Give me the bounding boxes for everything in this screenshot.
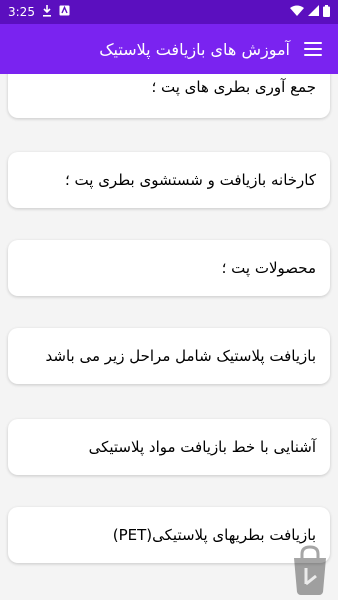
list-item-label: بازیافت بطریهای پلاستیکی(PET) xyxy=(112,526,316,544)
list-item[interactable]: آشنایی با خط بازیافت مواد پلاستیکی xyxy=(8,419,330,475)
list-item[interactable]: کارخانه بازیافت و شستشوی بطری پت ؛ xyxy=(8,152,330,208)
status-left: 3:25 xyxy=(8,4,70,20)
status-right xyxy=(290,4,330,20)
download-icon xyxy=(42,4,52,20)
app-bar: آموزش های بازیافت پلاستیک xyxy=(0,24,338,74)
page-title: آموزش های بازیافت پلاستیک xyxy=(99,39,290,59)
signal-icon xyxy=(308,5,319,19)
list-item-label: آشنایی با خط بازیافت مواد پلاستیکی xyxy=(88,438,316,456)
wifi-icon xyxy=(290,5,304,19)
list-item[interactable]: جمع آوری بطری های پت ؛ xyxy=(8,74,330,118)
notification-icon xyxy=(59,5,70,19)
topic-list[interactable]: جمع آوری بطری های پت ؛ کارخانه بازیافت و… xyxy=(0,74,338,600)
list-item[interactable]: بازیافت پلاستیک شامل مراحل زیر می باشد xyxy=(8,328,330,384)
list-item-label: کارخانه بازیافت و شستشوی بطری پت ؛ xyxy=(64,171,316,189)
list-item[interactable]: محصولات پت ؛ xyxy=(8,240,330,296)
list-item-label: جمع آوری بطری های پت ؛ xyxy=(151,78,316,96)
status-time: 3:25 xyxy=(8,5,35,19)
status-bar: 3:25 xyxy=(0,0,338,24)
list-item-label: محصولات پت ؛ xyxy=(221,259,316,277)
hamburger-menu-icon[interactable] xyxy=(304,42,322,56)
battery-icon xyxy=(323,4,330,20)
list-item[interactable]: بازیافت بطریهای پلاستیکی(PET) xyxy=(8,507,330,563)
bazaar-logo-icon xyxy=(288,544,332,596)
list-item-label: بازیافت پلاستیک شامل مراحل زیر می باشد xyxy=(45,347,316,365)
